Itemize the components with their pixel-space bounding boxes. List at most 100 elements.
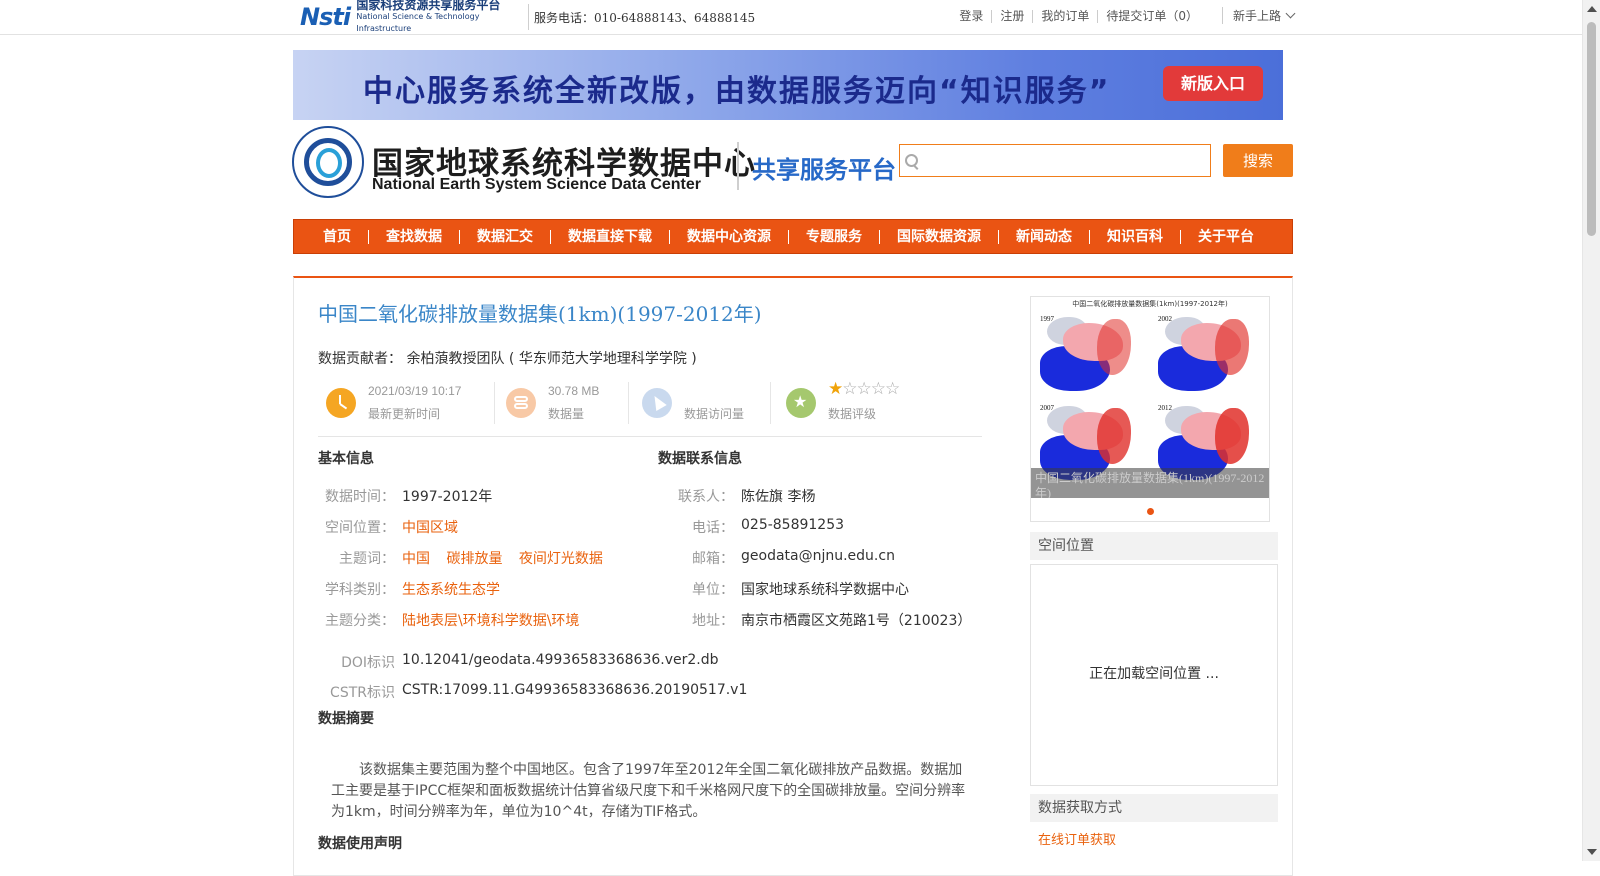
spatial-location-map[interactable]: 正在加载空间位置 ... [1030, 564, 1278, 786]
main-nav: 首页 查找数据 数据汇交 数据直接下载 数据中心资源 专题服务 国际数据资源 新… [293, 219, 1293, 254]
keywords-label: 主题词： [339, 551, 395, 567]
nav-about[interactable]: 关于平台 [1181, 230, 1271, 244]
keyword-link[interactable]: 中国 [402, 551, 430, 567]
nsti-logo-mark: Nsti [300, 3, 351, 31]
year-label: 1997 [1040, 315, 1054, 323]
data-center-emblem-icon [292, 126, 364, 198]
scrollbar[interactable] [1582, 0, 1600, 861]
online-order-link[interactable]: 在线订单获取 [1038, 829, 1116, 848]
discipline-row: 学科类别： 生态系统生态学 [310, 579, 500, 599]
my-orders-link[interactable]: 我的订单 [1033, 10, 1099, 23]
contact-unit-value: 国家地球系统科学数据中心 [741, 582, 909, 598]
doi-value: 10.12041/geodata.49936583368636.ver2.db [402, 652, 719, 668]
nav-direct-download[interactable]: 数据直接下载 [551, 229, 670, 244]
dataset-title: 中国二氧化碳排放量数据集(1km)(1997-2012年) [318, 302, 762, 326]
updated-value: 2021/03/19 10:17 [368, 384, 462, 398]
cstr-value: CSTR:17099.11.G49936583368636.20190517.v… [402, 682, 748, 698]
layers-icon [506, 388, 536, 418]
data-time-value: 1997-2012年 [402, 489, 493, 505]
scroll-down-arrow-icon[interactable] [1587, 849, 1597, 855]
chevron-down-icon [1285, 8, 1296, 19]
data-time-row: 数据时间： 1997-2012年 [310, 486, 492, 506]
stat-rating: ★☆☆☆☆ 数据评级 [778, 378, 978, 428]
newbie-guide-label: 新手上路 [1233, 9, 1282, 23]
spatial-location-heading: 空间位置 [1030, 532, 1278, 560]
data-access-heading: 数据获取方式 [1030, 794, 1278, 822]
year-label: 2002 [1158, 315, 1172, 323]
nav-data-submission[interactable]: 数据汇交 [460, 229, 551, 244]
contact-email-label: 邮箱： [692, 551, 734, 567]
visits-label: 数据访问量 [684, 407, 745, 421]
contact-phone-label: 电话： [692, 520, 734, 536]
star-empty-icon[interactable]: ☆ [842, 379, 857, 399]
star-filled-icon[interactable]: ★ [828, 379, 843, 399]
banner-text: 中心服务系统全新改版，由数据服务迈向“知识服务” [363, 74, 1111, 109]
discipline-link[interactable]: 生态系统生态学 [395, 579, 500, 599]
platform-subtitle: 共享服务平台 [752, 156, 896, 184]
nav-knowledge-base[interactable]: 知识百科 [1090, 229, 1181, 244]
keywords-list: 中国 碳排放量 夜间灯光数据 [395, 548, 615, 568]
search-button[interactable]: 搜索 [1223, 144, 1293, 177]
carousel-dot[interactable] [1147, 508, 1154, 515]
data-time-label: 数据时间： [325, 489, 395, 505]
nav-center-resources[interactable]: 数据中心资源 [670, 229, 789, 244]
contact-address-row: 地址： 南京市栖霞区文苑路1号（210023） [649, 610, 971, 630]
register-link[interactable]: 注册 [992, 10, 1034, 23]
nav-topic-services[interactable]: 专题服务 [789, 229, 880, 244]
contact-email-row: 邮箱： geodata@njnu.edu.cn [649, 548, 895, 568]
login-link[interactable]: 登录 [951, 10, 993, 23]
star-empty-icon[interactable]: ☆ [871, 379, 886, 399]
category-link[interactable]: 陆地表层\环境科学数据\环境 [395, 610, 579, 630]
year-label: 2012 [1158, 404, 1172, 412]
nav-find-data[interactable]: 查找数据 [369, 229, 460, 244]
divider [737, 142, 739, 190]
stat-visits: 数据访问量 [634, 378, 774, 428]
thumbnail-title: 中国二氧化碳排放量数据集(1km)(1997-2012年) [1072, 300, 1228, 308]
dataset-thumbnail-carousel[interactable]: 中国二氧化碳排放量数据集(1km)(1997-2012年) 1997 2002 … [1030, 296, 1270, 522]
contact-email-value: geodata@njnu.edu.cn [741, 548, 895, 564]
nsti-logo[interactable]: Nsti 国家科技资源共享服务平台 National Science & Tec… [300, 0, 526, 33]
pending-orders-link[interactable]: 待提交订单（0） [1098, 10, 1206, 23]
star-empty-icon[interactable]: ☆ [885, 379, 900, 399]
contact-person-label: 联系人： [678, 489, 734, 505]
location-row: 空间位置： 中国区域 [310, 517, 458, 537]
nav-home[interactable]: 首页 [294, 229, 369, 244]
promo-banner[interactable]: 中心服务系统全新改版，由数据服务迈向“知识服务” 新版入口 [293, 50, 1283, 120]
platform-name-cn: 国家科技资源共享服务平台 [356, 0, 501, 12]
new-version-button[interactable]: 新版入口 [1163, 66, 1263, 101]
contact-address-label: 地址： [692, 613, 734, 629]
contact-person-row: 联系人： 陈佐旗 李杨 [649, 486, 815, 506]
search-input[interactable] [899, 144, 1211, 177]
keyword-link[interactable]: 夜间灯光数据 [519, 551, 603, 567]
top-bar: Nsti 国家科技资源共享服务平台 National Science & Tec… [0, 0, 1582, 35]
scrollbar-thumb[interactable] [1587, 22, 1596, 236]
cursor-icon [642, 388, 672, 418]
contact-phone-row: 电话： 025-85891253 [649, 517, 844, 537]
nav-news[interactable]: 新闻动态 [999, 229, 1090, 244]
scroll-up-arrow-icon[interactable] [1587, 6, 1597, 12]
abstract-text: 该数据集主要范围为整个中国地区。包含了1997年至2012年全国二氧化碳排放产品… [331, 762, 966, 820]
platform-name-en: National Science & Technology Infrastruc… [356, 12, 480, 33]
stat-size: 30.78 MB 数据量 [498, 378, 628, 428]
star-empty-icon[interactable]: ☆ [857, 379, 872, 399]
contact-unit-row: 单位： 国家地球系统科学数据中心 [649, 579, 909, 599]
clock-icon [326, 388, 356, 418]
location-link[interactable]: 中国区域 [395, 517, 458, 537]
keyword-link[interactable]: 碳排放量 [446, 551, 502, 567]
thumbnail-map-2002: 2002 [1153, 311, 1259, 401]
contact-info-heading: 数据联系信息 [658, 451, 742, 467]
thumbnail-map-1997: 1997 [1035, 311, 1141, 401]
contact-unit-label: 单位： [692, 582, 734, 598]
rating-stars[interactable]: ★☆☆☆☆ [828, 379, 900, 399]
newbie-guide-dropdown[interactable]: 新手上路 [1222, 7, 1296, 24]
discipline-label: 学科类别： [325, 582, 395, 598]
top-links: 登录 注册 我的订单 待提交订单（0） [951, 10, 1206, 23]
size-label: 数据量 [548, 407, 585, 421]
nav-international-data[interactable]: 国际数据资源 [880, 229, 999, 244]
service-phone: 服务电话：010-64888143、64888145 [534, 11, 756, 25]
contact-address-value: 南京市栖霞区文苑路1号（210023） [741, 613, 972, 629]
contact-person-value: 陈佐旗 李杨 [741, 489, 816, 505]
doi-row: DOI标识 10.12041/geodata.49936583368636.ve… [310, 652, 719, 672]
usage-statement-heading: 数据使用声明 [318, 836, 402, 852]
dataset-stats: 2021/03/19 10:17 最新更新时间 30.78 MB 数据量 数据访… [318, 378, 982, 437]
